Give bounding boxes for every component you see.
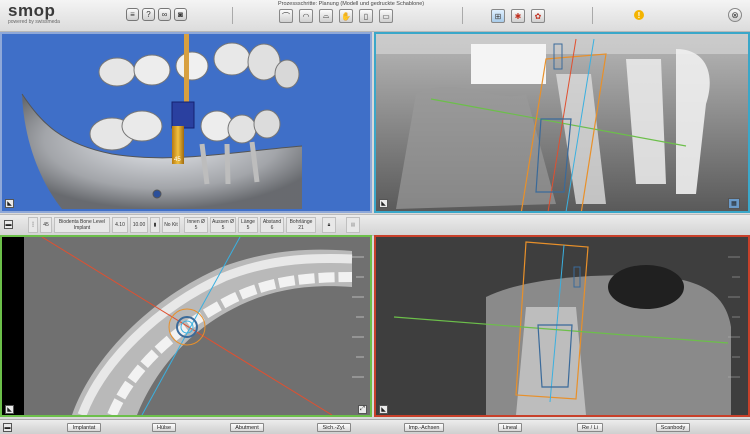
toolbar-divider: [462, 7, 463, 24]
sync-icon[interactable]: ✿: [531, 9, 545, 23]
scan-step-icon[interactable]: ◠: [299, 9, 313, 23]
tooth-step-icon[interactable]: ⌓: [319, 9, 333, 23]
toolbar-divider: [592, 7, 593, 24]
outer-diameter: Aussen Ø5: [210, 217, 236, 233]
drill-length: Bohrlänge 21: [286, 217, 316, 233]
implant-system[interactable]: Biodenta Bone Level Implant: [54, 217, 110, 233]
implant-length: 10.00: [130, 217, 148, 233]
coronal-slice: [376, 237, 748, 415]
system-type: Implant: [73, 225, 91, 231]
hand-step-icon[interactable]: ✋: [339, 9, 353, 23]
expand-view-icon[interactable]: ▦: [728, 198, 740, 209]
expand-view-icon[interactable]: ⤢: [358, 405, 367, 414]
implant-step-icon[interactable]: ▯: [359, 9, 373, 23]
sich-zyl-button[interactable]: Sich.-Zyl.: [317, 423, 351, 432]
layout-icon[interactable]: ⊞: [491, 9, 505, 23]
lineal-button[interactable]: Lineal: [498, 423, 522, 432]
implant-info-bar: ▬ ┆ 45 Biodenta Bone Level Implant 4.10 …: [0, 214, 750, 236]
glasses-icon[interactable]: ∞: [158, 8, 171, 21]
logo-subtitle: powered by swissmeda: [8, 19, 60, 25]
help-icon[interactable]: ?: [142, 8, 155, 21]
logo-text: smop: [8, 1, 56, 20]
distance: Abstand 6: [260, 217, 284, 233]
toolbar-divider: [232, 7, 233, 24]
implant-glyph-icon: ┆: [28, 217, 38, 233]
scanbody-button[interactable]: Scanbody: [656, 423, 690, 432]
view-sagittal[interactable]: ◣ ▦: [374, 32, 750, 213]
collapse-icon[interactable]: ▬: [4, 220, 13, 229]
view-menu-icon[interactable]: ◣: [5, 405, 14, 414]
view-coronal[interactable]: ◣: [374, 235, 750, 417]
view-axial[interactable]: ◣ ⤢: [0, 235, 372, 417]
tooth-number: 45: [40, 217, 52, 233]
sagittal-slice: [376, 34, 748, 211]
view-3d[interactable]: 45 ▾ ◉ ✂ ☰ ▸ ◣: [0, 32, 372, 213]
sleeve-block: [171, 101, 195, 129]
model-step-icon[interactable]: ⌒: [279, 9, 293, 23]
view-menu-icon[interactable]: ◣: [5, 199, 14, 208]
view-menu-icon[interactable]: ◣: [379, 405, 388, 414]
kit-value: No Kit: [162, 217, 180, 233]
implantat-button[interactable]: Implantat: [67, 423, 101, 432]
top-toolbar: smop powered by swissmeda ≡ ? ∞ ◙ Prozes…: [0, 0, 750, 32]
grid-icon[interactable]: ▦: [346, 217, 360, 233]
drill-axis: [184, 34, 189, 104]
warning-icon[interactable]: !: [634, 10, 644, 20]
axial-slice: [2, 237, 370, 415]
inner-diameter: Innen Ø5: [184, 217, 208, 233]
camera-icon[interactable]: ◙: [174, 8, 187, 21]
implant-tag: 45: [174, 157, 181, 163]
imp-achsen-button[interactable]: Imp.-Achsen: [404, 423, 444, 432]
sleeve-length: Länge 5: [238, 217, 258, 233]
abutment-button[interactable]: Abutment: [230, 423, 264, 432]
re-li-button[interactable]: Re / Li: [577, 423, 603, 432]
list-icon[interactable]: ≡: [126, 8, 139, 21]
guide-step-icon[interactable]: ▭: [379, 9, 393, 23]
process-steps-title: Prozessschritte: Planung (Modell und ged…: [278, 1, 425, 7]
implant-diameter: 4.10: [112, 217, 128, 233]
jaw-3d-render: 45: [21, 34, 303, 209]
collapse-icon[interactable]: ▬: [3, 423, 12, 432]
lock-icon[interactable]: 🔒︎: [322, 217, 336, 233]
kit-icon[interactable]: ▮: [150, 217, 160, 233]
bone-icon[interactable]: ✱: [511, 9, 525, 23]
view-menu-icon[interactable]: ◣: [379, 199, 388, 208]
bottom-toolbar: ▬ Implantat Hülse Abutment Sich.-Zyl. Im…: [0, 419, 750, 434]
app-logo: smop powered by swissmeda: [8, 2, 60, 25]
close-icon[interactable]: ⊗: [728, 8, 742, 22]
huelse-button[interactable]: Hülse: [152, 423, 176, 432]
